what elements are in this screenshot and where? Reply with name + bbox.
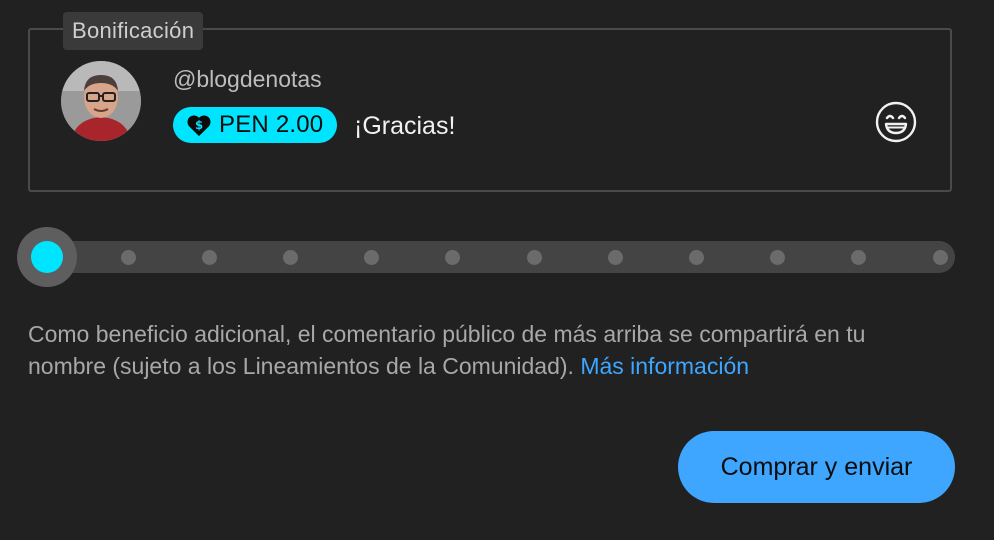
preview-card [28, 28, 952, 192]
slider-thumb-core [31, 241, 63, 273]
slider-step[interactable] [607, 250, 623, 265]
amount-slider[interactable] [17, 226, 957, 288]
super-thanks-dialog: Bonificación @blogdenotas $ PEN 2.00 ¡Gr… [0, 0, 994, 540]
info-text: Como beneficio adicional, el comentario … [28, 318, 938, 382]
svg-text:$: $ [195, 118, 203, 132]
slider-step[interactable] [120, 250, 136, 265]
heart-dollar-icon: $ [185, 111, 213, 139]
slider-step[interactable] [688, 250, 704, 265]
amount-chip: $ PEN 2.00 [173, 107, 338, 143]
slider-track[interactable] [27, 241, 955, 273]
slider-step[interactable] [201, 250, 217, 265]
amount-label: PEN 2.00 [219, 111, 324, 138]
more-info-link[interactable]: Más información [580, 353, 749, 379]
grinning-face-icon[interactable] [874, 100, 918, 144]
avatar [61, 61, 141, 141]
username: @blogdenotas [173, 66, 322, 92]
slider-thumb[interactable] [17, 227, 77, 287]
comment-message: ¡Gracias! [354, 112, 456, 140]
buy-and-send-button[interactable]: Comprar y enviar [678, 431, 955, 503]
slider-step[interactable] [932, 250, 948, 265]
slider-step[interactable] [283, 250, 299, 265]
avatar-photo [61, 61, 141, 141]
slider-step[interactable] [526, 250, 542, 265]
card-legend: Bonificación [63, 12, 204, 50]
